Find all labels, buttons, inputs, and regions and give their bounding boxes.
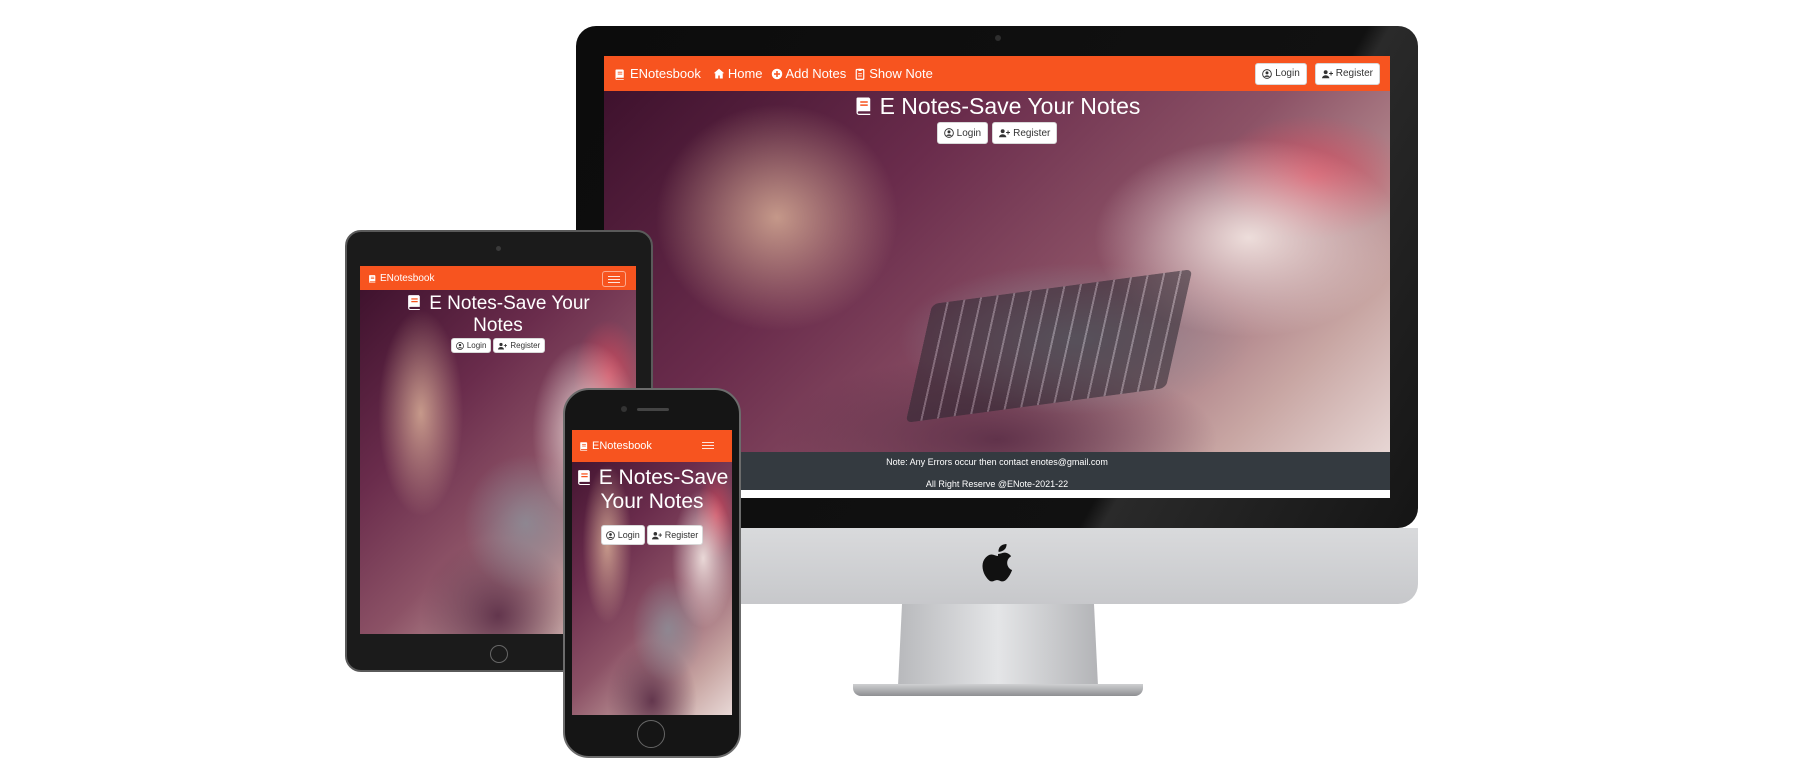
phone-camera: [621, 406, 627, 412]
tablet-hero-title-line1: E Notes-Save Your: [429, 293, 590, 314]
user-plus-icon: [1322, 69, 1333, 79]
user-circle-icon: [456, 342, 464, 350]
book-icon: [614, 68, 626, 80]
tablet-hero-title: E Notes-Save Your Notes: [360, 293, 636, 337]
tablet-camera: [496, 246, 501, 251]
tablet-hamburger-icon[interactable]: [602, 271, 626, 287]
hero-login-label: Login: [956, 127, 982, 139]
apple-logo-icon: [982, 544, 1013, 582]
tablet-login-button[interactable]: Login: [450, 338, 492, 353]
phone-hamburger-icon[interactable]: [698, 439, 718, 452]
hero-register-label: Register: [1013, 127, 1051, 139]
phone-register-button[interactable]: Register: [646, 525, 704, 545]
nav-add-notes[interactable]: Add Notes: [771, 66, 847, 81]
nav-show-note-label: Show Note: [869, 66, 933, 81]
tablet-login-label: Login: [466, 341, 487, 350]
nav-home-label: Home: [727, 66, 763, 81]
user-plus-icon: [999, 128, 1010, 138]
tablet-hero-buttons: Login Register: [360, 338, 636, 353]
phone-hero-buttons: Login Register: [572, 525, 732, 545]
user-plus-icon: [498, 342, 507, 350]
book-icon: [368, 274, 377, 283]
nav-login-button[interactable]: Login: [1255, 62, 1307, 85]
phone-screen: ENotesbook E Notes-Save Your Notes Login…: [572, 430, 732, 715]
home-icon: [713, 68, 725, 80]
imac-stand: [898, 604, 1098, 686]
nav-login-label: Login: [1275, 68, 1300, 79]
nav-home[interactable]: Home: [713, 66, 763, 81]
user-circle-icon: [944, 128, 954, 138]
hero-buttons: Login Register: [604, 122, 1390, 144]
phone-hero-title-line1: E Notes-Save: [598, 466, 729, 489]
imac-camera: [995, 35, 1001, 41]
book-icon: [576, 468, 593, 485]
navbar: ENotesbook Home Add Notes Show Note Logi…: [604, 56, 1390, 91]
phone-hero-title-line2: Your Notes: [600, 490, 704, 514]
hero-title: E Notes-Save Your Notes: [604, 93, 1390, 119]
plus-circle-icon: [771, 68, 783, 80]
brand-label: ENotesbook: [630, 66, 701, 81]
book-icon: [579, 441, 589, 451]
user-plus-icon: [652, 531, 662, 540]
tablet-home-button: [490, 645, 508, 663]
tablet-register-button[interactable]: Register: [493, 338, 546, 353]
phone-login-label: Login: [617, 530, 640, 540]
book-icon: [854, 95, 874, 115]
user-circle-icon: [606, 531, 615, 540]
imac-foot: [853, 684, 1143, 696]
phone-speaker: [637, 408, 669, 411]
navbar-brand[interactable]: ENotesbook: [614, 66, 701, 81]
phone-register-label: Register: [664, 530, 699, 540]
hero-title-text: E Notes-Save Your Notes: [879, 93, 1141, 119]
hero-login-button[interactable]: Login: [936, 122, 989, 144]
nav-register-label: Register: [1335, 68, 1373, 79]
tablet-navbar: ENotesbook: [360, 266, 636, 290]
nav-show-note[interactable]: Show Note: [854, 66, 933, 81]
phone-home-button: [637, 720, 665, 748]
nav-register-button[interactable]: Register: [1314, 62, 1380, 85]
phone-navbar-brand[interactable]: ENotesbook: [579, 440, 652, 452]
nav-add-notes-label: Add Notes: [785, 66, 847, 81]
hero-register-button[interactable]: Register: [992, 122, 1058, 144]
user-circle-icon: [1262, 69, 1272, 79]
phone-login-button[interactable]: Login: [600, 525, 645, 545]
book-icon: [406, 293, 423, 310]
phone-brand-label: ENotesbook: [592, 440, 652, 452]
tablet-brand-label: ENotesbook: [380, 272, 435, 284]
phone-hero-title: E Notes-Save Your Notes: [572, 466, 732, 514]
clipboard-icon: [854, 68, 866, 80]
tablet-register-label: Register: [510, 341, 541, 350]
tablet-navbar-brand[interactable]: ENotesbook: [368, 273, 434, 284]
tablet-hero-title-line2: Notes: [473, 314, 523, 336]
